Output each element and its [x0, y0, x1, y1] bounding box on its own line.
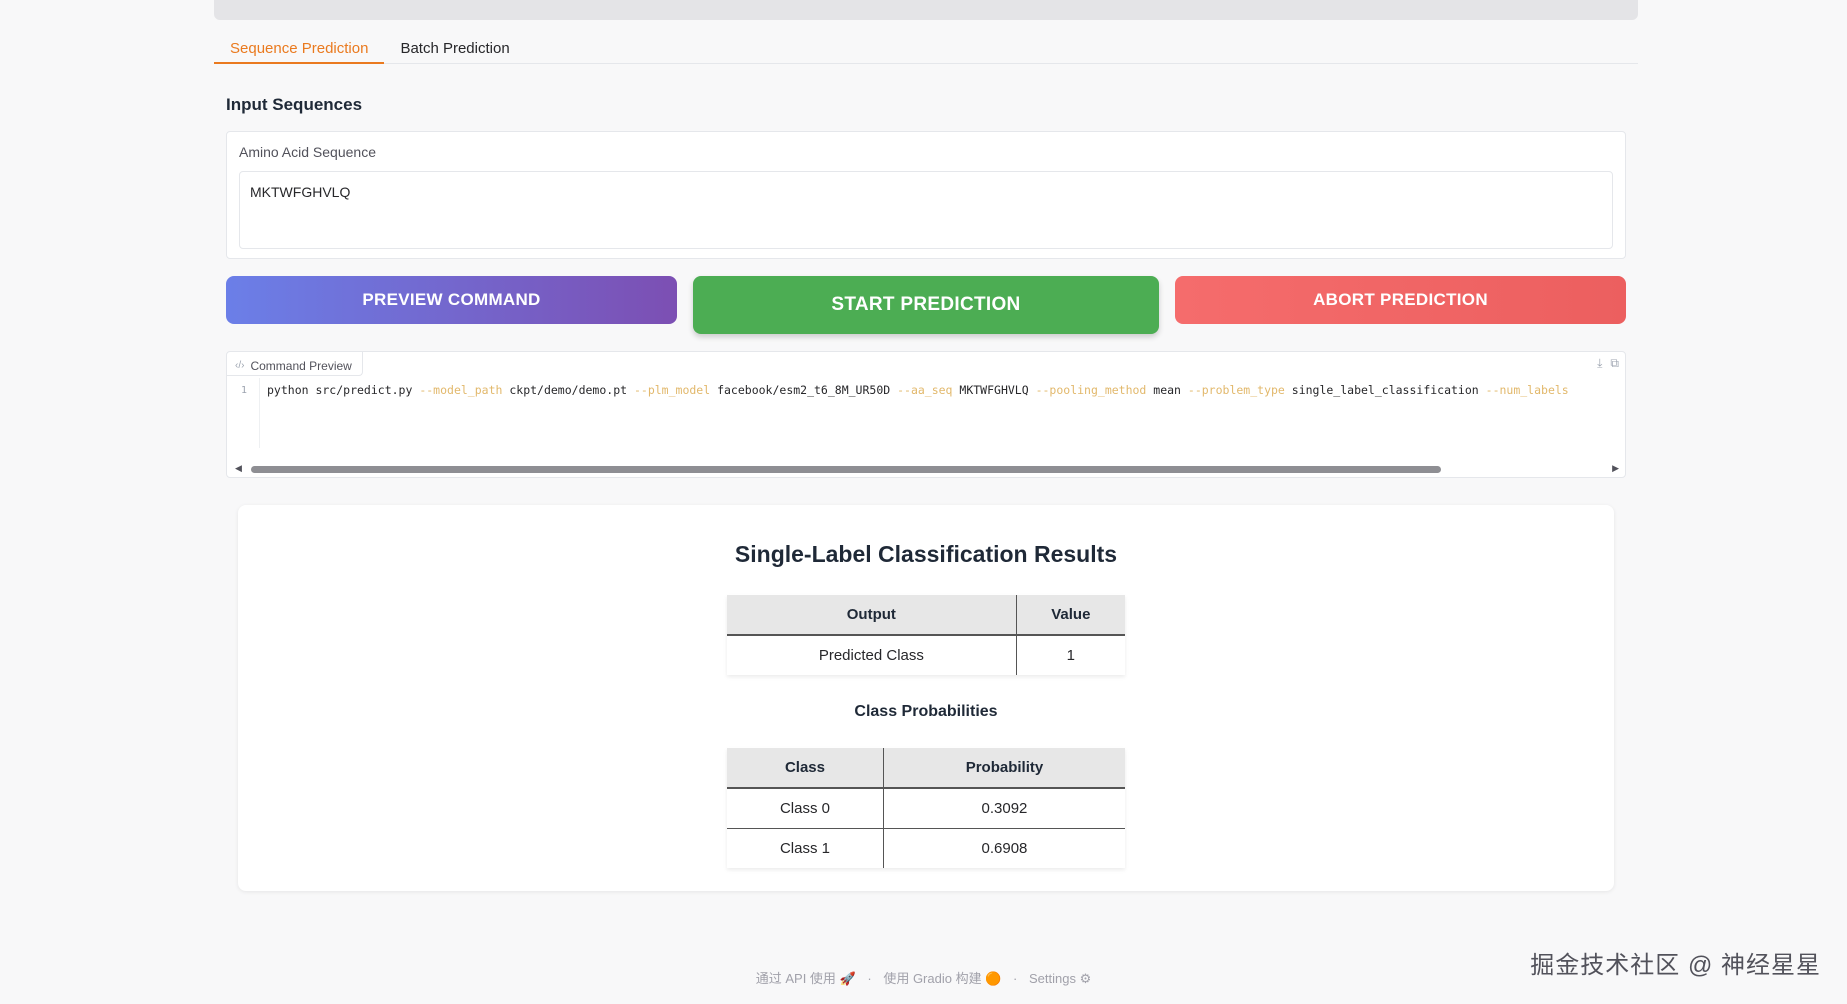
tab-batch-prediction[interactable]: Batch Prediction: [384, 36, 525, 64]
tab-sequence-prediction[interactable]: Sequence Prediction: [214, 36, 385, 64]
command-flag: --pooling_method: [1035, 383, 1147, 397]
output-table: Output Value Predicted Class 1: [727, 595, 1125, 675]
command-preview-tools: ⤓ ⧉: [1597, 356, 1619, 371]
command-text: ckpt/demo/demo.pt: [502, 383, 634, 397]
footer-separator: ·: [867, 971, 872, 986]
output-header-output: Output: [727, 595, 1017, 636]
code-gutter: [259, 378, 260, 448]
tab-bar: Sequence Prediction Batch Prediction: [214, 36, 1638, 64]
results-title: Single-Label Classification Results: [734, 541, 1118, 567]
settings-link[interactable]: Settings ⚙: [1029, 971, 1091, 986]
output-cell-value: 1: [1016, 635, 1125, 675]
command-preview-label: ‹/› Command Preview: [227, 352, 363, 376]
amino-acid-sequence-label: Amino Acid Sequence: [239, 144, 376, 160]
prob-cell-probability: 0.6908: [883, 827, 1125, 868]
watermark: 掘金技术社区 @ 神经星星: [1530, 952, 1821, 979]
scroll-right-icon[interactable]: ▶: [1612, 463, 1619, 474]
command-flag: --num_labels: [1485, 383, 1569, 397]
prob-header-probability: Probability: [883, 748, 1125, 789]
class-probabilities-title: Class Probabilities: [854, 703, 998, 720]
use-via-api-link[interactable]: 通过 API 使用 🚀: [756, 971, 856, 986]
download-icon[interactable]: ⤓: [1597, 356, 1602, 371]
table-row: Predicted Class 1: [727, 635, 1125, 675]
command-text: single_label_classification: [1284, 383, 1486, 397]
prob-cell-probability: 0.3092: [883, 788, 1125, 828]
probabilities-table: Class Probability Class 0 0.3092 Class 1…: [727, 748, 1125, 868]
top-bar: [214, 0, 1638, 20]
command-flag: --plm_model: [633, 383, 711, 397]
command-flag: --aa_seq: [897, 383, 953, 397]
amino-acid-sequence-block: Amino Acid Sequence: [226, 131, 1626, 259]
prob-header-class: Class: [727, 748, 884, 789]
command-text: facebook/esm2_t6_8M_UR50D: [710, 383, 898, 397]
command-text: python src/predict.py: [267, 383, 420, 397]
gear-icon: ⚙: [1079, 971, 1092, 986]
horizontal-scrollbar[interactable]: ◀ ▶: [235, 463, 1619, 475]
command-text: MKTWFGHVLQ: [952, 383, 1036, 397]
scrollbar-thumb[interactable]: [251, 466, 1441, 473]
output-header-value: Value: [1016, 595, 1125, 636]
use-via-api-text: 通过 API 使用: [755, 971, 836, 986]
built-with-gradio-link[interactable]: 使用 Gradio 构建 🟠: [883, 971, 1001, 986]
command-flag: --model_path: [419, 383, 503, 397]
code-icon: ‹/›: [235, 360, 245, 371]
command-flag: --problem_type: [1187, 383, 1285, 397]
copy-icon[interactable]: ⧉: [1610, 356, 1619, 371]
abort-prediction-button[interactable]: ABORT PREDICTION: [1175, 276, 1626, 324]
gradio-app: Sequence Prediction Batch Prediction Inp…: [0, 0, 1847, 1004]
preview-command-button[interactable]: PREVIEW COMMAND: [226, 276, 677, 324]
settings-text: Settings: [1028, 971, 1076, 986]
prob-cell-class: Class 0: [727, 788, 884, 828]
line-number: 1: [241, 385, 248, 396]
command-text: mean: [1146, 383, 1188, 397]
gradio-logo-icon: 🟠: [985, 971, 1002, 986]
rocket-icon: 🚀: [839, 971, 856, 986]
command-code-line[interactable]: python src/predict.py --model_path ckpt/…: [267, 383, 1569, 397]
footer-separator: ·: [1013, 971, 1018, 986]
table-row: Class 0 0.3092: [727, 788, 1125, 828]
command-preview-label-text: Command Preview: [250, 358, 352, 373]
built-with-gradio-text: 使用 Gradio 构建: [883, 971, 982, 986]
table-row: Class 1 0.6908: [727, 827, 1125, 868]
output-cell-name: Predicted Class: [727, 635, 1017, 675]
section-title-input-sequences: Input Sequences: [226, 95, 363, 114]
amino-acid-sequence-input[interactable]: [239, 171, 1613, 249]
results-card: Single-Label Classification Results Outp…: [238, 505, 1614, 891]
start-prediction-button[interactable]: START PREDICTION: [693, 276, 1159, 334]
prob-cell-class: Class 1: [727, 827, 884, 868]
command-preview-block: ‹/› Command Preview ⤓ ⧉ 1 python src/pre…: [226, 351, 1626, 478]
scroll-left-icon[interactable]: ◀: [235, 463, 242, 474]
